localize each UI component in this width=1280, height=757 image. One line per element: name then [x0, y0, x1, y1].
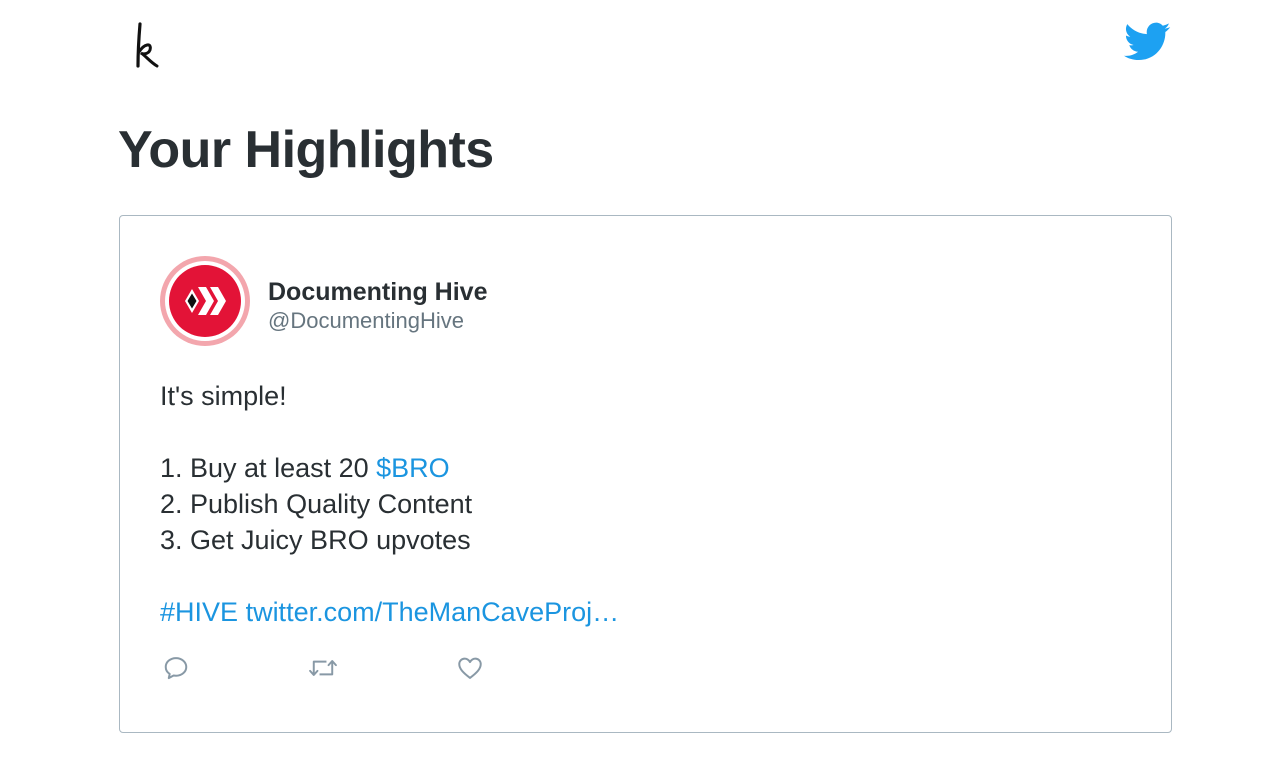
page-title: Your Highlights — [118, 121, 494, 179]
like-icon[interactable] — [456, 654, 488, 684]
tweet-line: #HIVE twitter.com/TheManCaveProj… — [160, 594, 1120, 630]
url-link[interactable]: twitter.com/TheManCaveProj… — [246, 597, 620, 627]
tweet-line: 1. Buy at least 20 $BRO — [160, 450, 1120, 486]
tweet-line: 3. Get Juicy BRO upvotes — [160, 525, 471, 555]
retweet-icon[interactable] — [308, 654, 340, 684]
author-name[interactable]: Documenting Hive — [268, 278, 487, 307]
tweet-line: 2. Publish Quality Content — [160, 489, 473, 519]
tweet-card[interactable]: Documenting Hive @DocumentingHive It's s… — [119, 215, 1172, 733]
cashtag-link[interactable]: $BRO — [376, 453, 450, 483]
tweet-line: It's simple! — [160, 381, 287, 411]
page: Your Highlights Documenting Hive @Docume… — [0, 0, 1280, 757]
hive-logo-icon[interactable] — [159, 255, 251, 347]
twitter-bird-icon[interactable] — [1124, 22, 1171, 62]
reply-icon[interactable] — [162, 654, 194, 684]
tweet-line-text: 1. Buy at least 20 — [160, 453, 377, 483]
tweet-text: It's simple! 1. Buy at least 20 $BRO 2. … — [160, 378, 1120, 630]
k-script-logo[interactable] — [130, 18, 164, 72]
hashtag-link[interactable]: #HIVE — [160, 597, 238, 627]
author-handle[interactable]: @DocumentingHive — [268, 308, 464, 334]
